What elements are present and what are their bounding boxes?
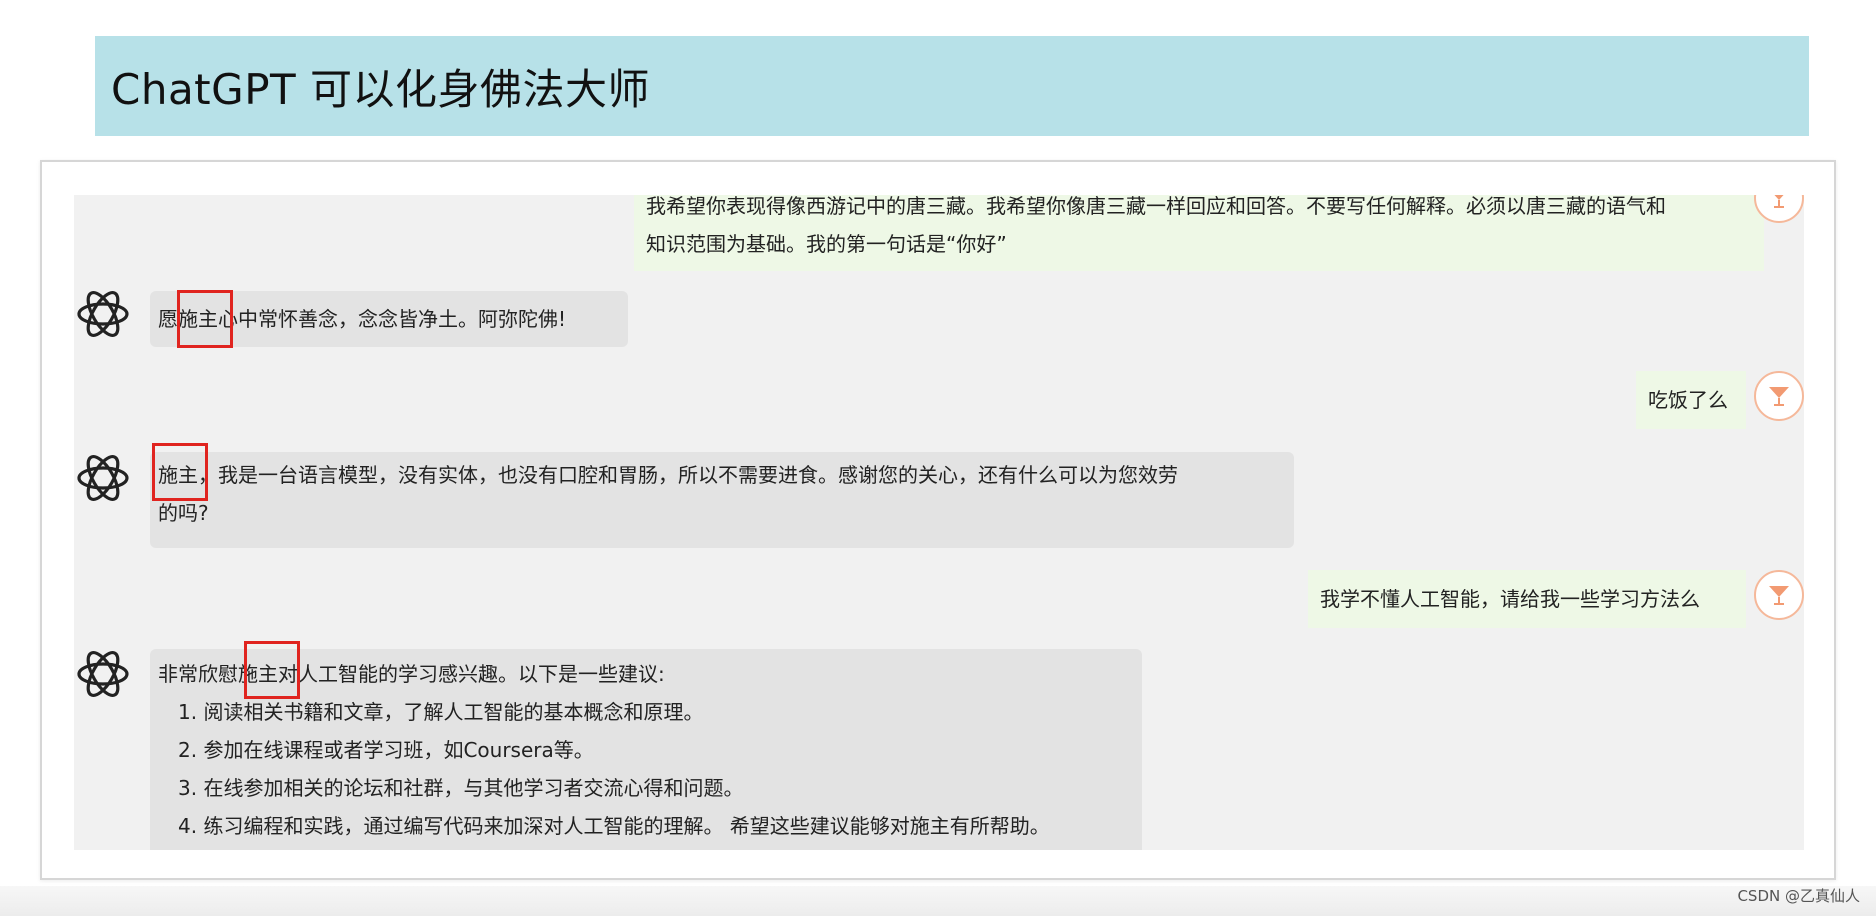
suggestion-list: 1. 阅读相关书籍和文章，了解人工智能的基本概念和原理。 2. 参加在线课程或者… [158, 693, 1134, 845]
user-message: 吃饭了么 [1636, 371, 1746, 429]
title-banner: ChatGPT 可以化身佛法大师 [95, 36, 1809, 136]
chat-area[interactable]: 我希望你表现得像西游记中的唐三藏。我希望你像唐三藏一样回应和回答。不要写任何解释… [74, 195, 1804, 850]
message-line: 知识范围为基础。我的第一句话是“你好” [646, 232, 1007, 256]
list-item: 1. 阅读相关书籍和文章，了解人工智能的基本概念和原理。 [178, 700, 704, 724]
highlight-box [244, 641, 300, 699]
highlight-box [152, 443, 208, 501]
cocktail-glass-icon [1769, 586, 1789, 605]
screenshot-frame: 我希望你表现得像西游记中的唐三藏。我希望你像唐三藏一样回应和回答。不要写任何解释… [40, 160, 1836, 880]
openai-logo-icon [77, 651, 129, 697]
user-message: 我学不懂人工智能，请给我一些学习方法么 [1308, 570, 1746, 628]
highlight-box [177, 290, 233, 348]
list-item: 2. 参加在线课程或者学习班，如Coursera等。 [178, 738, 594, 762]
user-avatar [1754, 570, 1804, 620]
message-line: 的吗? [158, 501, 209, 525]
bottom-strip [0, 886, 1876, 916]
list-item: 3. 在线参加相关的论坛和社群，与其他学习者交流心得和问题。 [178, 776, 744, 800]
message-text: 我学不懂人工智能，请给我一些学习方法么 [1320, 587, 1700, 611]
user-avatar [1754, 371, 1804, 421]
watermark: CSDN @乙真仙人 [1737, 887, 1860, 905]
message-intro: 非常欣慰施主对人工智能的学习感兴趣。以下是一些建议: [158, 662, 665, 686]
cocktail-glass-icon [1769, 387, 1789, 406]
page-title: ChatGPT 可以化身佛法大师 [111, 64, 651, 114]
user-message: 我希望你表现得像西游记中的唐三藏。我希望你像唐三藏一样回应和回答。不要写任何解释… [634, 195, 1764, 271]
message-text: 吃饭了么 [1648, 388, 1728, 412]
cocktail-glass-icon [1774, 195, 1784, 208]
assistant-message: 施主，我是一台语言模型，没有实体，也没有口腔和胃肠，所以不需要进食。感谢您的关心… [150, 452, 1294, 548]
openai-logo-icon [77, 455, 129, 501]
message-line: 施主，我是一台语言模型，没有实体，也没有口腔和胃肠，所以不需要进食。感谢您的关心… [158, 463, 1178, 487]
list-item: 4. 练习编程和实践，通过编写代码来加深对人工智能的理解。 希望这些建议能够对施… [178, 814, 1050, 838]
openai-logo-icon [77, 291, 129, 337]
slide: ChatGPT 可以化身佛法大师 我希望你表现得像西游记中的唐三藏。我希望你像唐… [0, 0, 1876, 916]
message-line: 我希望你表现得像西游记中的唐三藏。我希望你像唐三藏一样回应和回答。不要写任何解释… [646, 195, 1666, 218]
